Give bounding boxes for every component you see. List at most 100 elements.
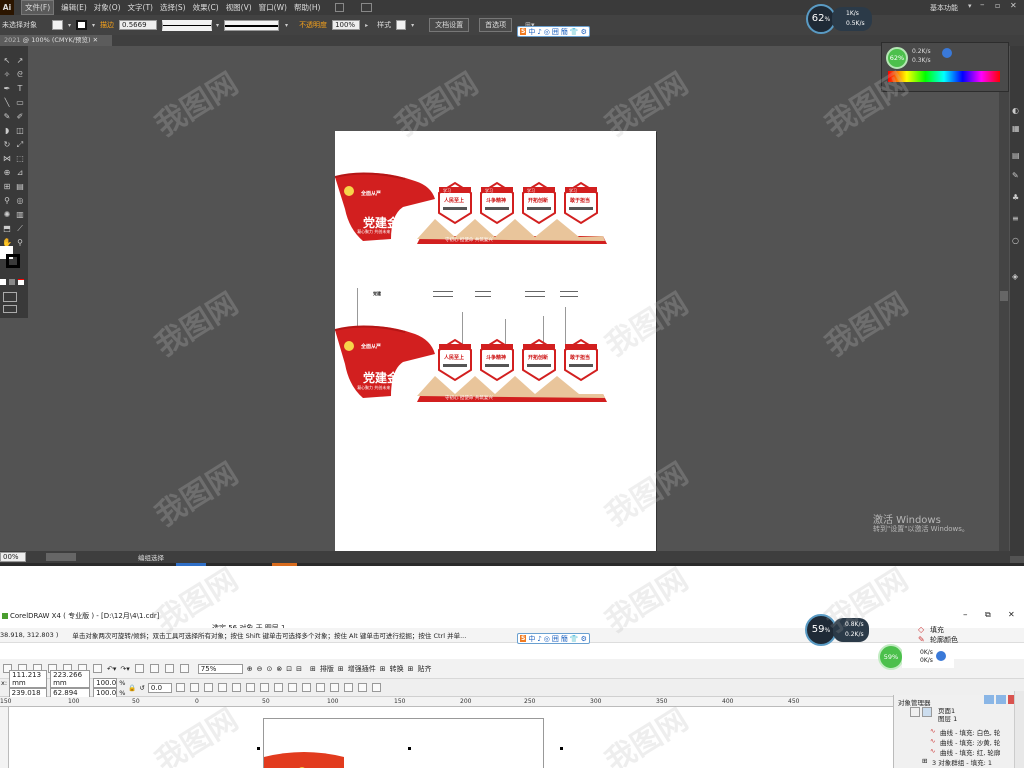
profile-dropdown-icon[interactable]: ▾ [216,22,219,29]
undo-icon[interactable]: ↶▾ [107,665,116,673]
scale-x-field[interactable]: 100.0 [93,677,118,688]
gradient-tool-icon[interactable]: ▤ [15,182,25,192]
artboard-tool-icon[interactable]: ⬒ [2,224,12,234]
none-mode-icon[interactable] [18,279,24,285]
symbols-icon[interactable]: ♣ [1012,193,1019,202]
expand-icon[interactable]: ⊞ [922,757,927,765]
weld-icon[interactable] [273,683,283,692]
scroll-thumb[interactable] [1000,291,1008,301]
menu-help[interactable]: 帮助(H) [294,2,321,13]
ime-settings-icon[interactable]: ⚙ [581,28,587,36]
layers-icon[interactable]: ◈ [1012,272,1018,281]
stroke-panel-icon[interactable]: ≡ [1012,214,1019,223]
layer-node[interactable]: 图层 1 [938,713,957,723]
arrange-documents-icon[interactable] [361,3,373,12]
object-item[interactable]: 曲线 - 填充: 白色, 轮 [940,727,1000,737]
docker-side-tabs[interactable] [1014,691,1024,768]
stroke-label[interactable]: 描边 [100,20,114,30]
shape-builder-tool-icon[interactable]: ⊕ [2,168,12,178]
plugin-icon[interactable]: ⊞ [338,665,344,673]
menu-window[interactable]: 窗口(W) [259,2,287,13]
pencil-tool-icon[interactable]: ✐ [15,112,25,122]
opacity-label[interactable]: 不透明度 [299,20,327,30]
import-icon[interactable] [134,664,144,673]
type-tool-icon[interactable]: T [15,84,25,94]
drawing-page[interactable] [263,718,544,768]
graphic-style-swatch[interactable] [396,20,407,30]
vertical-scrollbar[interactable] [999,46,1009,556]
brush-definition[interactable] [224,19,280,31]
zoom-level-field[interactable]: 00% [0,552,26,562]
gradient-mode-icon[interactable] [9,279,15,285]
align-distribute-icon[interactable] [371,683,381,692]
document-setup-button[interactable]: 文档设置 [429,18,470,32]
menu-object[interactable]: 对象(O) [94,2,121,13]
restore-icon[interactable]: ▫ [995,1,1000,10]
artboard[interactable]: 全面从严 党建金句 凝心聚力 共创未来 学习 学习 学习 学习 人民至上 斗争精… [335,131,656,552]
ime-punctuation-icon[interactable]: ♪ [537,28,541,36]
blend-tool-icon[interactable]: ◎ [15,196,25,206]
cd-accelerate-icon[interactable] [936,651,946,661]
stroke-weight-field[interactable]: 0.5669 [119,20,158,30]
bridge-icon[interactable] [335,3,345,12]
variable-width-profile[interactable] [162,19,213,31]
cd-ime-skin-icon[interactable]: 👕 [570,635,579,643]
eraser-tool-icon[interactable]: ◫ [15,126,25,136]
intersect-icon[interactable] [301,683,311,692]
menu-select[interactable]: 选择(S) [160,2,186,13]
snap-menu[interactable]: 贴齐 [418,664,432,674]
create-boundary-icon[interactable] [357,683,367,692]
mirror-vertical-icon[interactable] [189,683,199,692]
stroke-dropdown-icon[interactable]: ▾ [92,22,95,29]
rotate-tool-icon[interactable]: ↻ [2,140,12,150]
show-object-properties-icon[interactable] [922,707,932,717]
docker-minimize-icon[interactable] [984,695,994,704]
zoom-level-select[interactable]: 75% [197,663,243,674]
fill-swatch[interactable] [52,20,63,30]
cd-ime-settings-icon[interactable]: ⚙ [581,635,587,643]
convert-menu[interactable]: 转换 [390,664,404,674]
cd-ime-chinese-toggle[interactable]: 中 [528,634,535,644]
menu-file[interactable]: 文件(F) [21,0,55,15]
workspace-switcher[interactable]: 基本功能 [930,3,958,13]
brush-dropdown-icon[interactable]: ▾ [285,22,288,29]
layout-menu[interactable]: 排版 [320,664,334,674]
paintbrush-tool-icon[interactable]: ✎ [2,112,12,122]
swatches-icon[interactable]: ▤ [1012,151,1020,160]
selection-handle[interactable] [560,747,563,750]
paste-icon[interactable] [93,664,102,673]
zoom-tool-icon[interactable]: ⚲ [15,238,25,248]
object-item[interactable]: 曲线 - 填充: 沙黄, 轮 [940,737,1000,747]
selection-handle[interactable] [408,747,411,750]
ime-skin-icon[interactable]: 👕 [570,28,579,36]
cd-ime-punctuation-icon[interactable]: ♪ [537,635,541,643]
minimize-icon[interactable]: – [980,0,985,10]
perspective-grid-tool-icon[interactable]: ⊿ [15,168,25,178]
stroke-color-box[interactable] [6,254,20,268]
ime-chinese-toggle[interactable]: 中 [528,27,535,37]
menu-type[interactable]: 文字(T) [128,2,153,13]
blob-brush-tool-icon[interactable]: ◗ [2,126,12,136]
zoom-out-icon[interactable]: ⊖ [257,665,263,673]
trim-icon[interactable] [287,683,297,692]
back-minus-front-icon[interactable] [343,683,353,692]
color-guide-icon[interactable]: ▦ [1012,124,1020,133]
color-panel-icon[interactable]: ◐ [1012,106,1019,115]
slice-tool-icon[interactable]: ⟋ [15,224,25,234]
redo-icon[interactable]: ↷▾ [120,665,129,673]
width-field[interactable]: 223.266 mm [50,669,91,688]
free-transform-tool-icon[interactable]: ⬚ [15,154,25,164]
mirror-horizontal-icon[interactable] [175,683,185,692]
break-apart-icon[interactable] [259,683,269,692]
rotation-field[interactable]: 0.0 [147,682,172,693]
line-tool-icon[interactable]: ╲ [2,98,12,108]
lock-ratio-icon[interactable]: 🔒 [128,684,136,692]
design-panel-bottom[interactable]: 全面从严 党建金句 凝心聚力 共创未来 人民至上 斗争精神 开拓创新 敢于担当 … [335,324,610,406]
brushes-icon[interactable]: ✎ [1012,171,1019,180]
menu-effect[interactable]: 效果(C) [193,2,219,13]
column-graph-tool-icon[interactable]: ▥ [15,210,25,220]
show-properties-icon[interactable] [910,707,920,717]
group-icon[interactable] [203,683,213,692]
export-icon[interactable] [149,664,159,673]
document-tab[interactable]: 2021 @ 100% (CMYK/预览) ✕ [0,35,112,46]
